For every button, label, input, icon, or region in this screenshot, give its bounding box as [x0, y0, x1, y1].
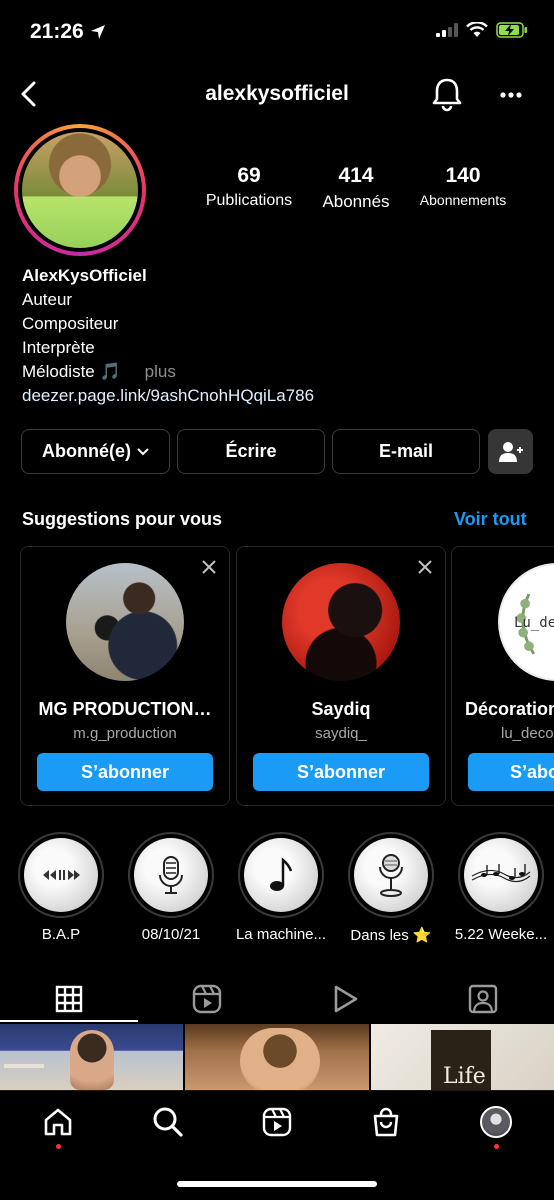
stat-value: 69	[237, 164, 261, 187]
see-all-suggestions-link[interactable]: Voir tout	[454, 509, 527, 530]
notification-dot	[494, 1144, 499, 1149]
location-arrow-icon	[90, 25, 105, 40]
avatar-photo	[22, 132, 138, 248]
suggested-people-button[interactable]	[488, 429, 533, 474]
logo-text: Lu_dec	[514, 615, 554, 631]
stat-publications[interactable]: 69 Publications	[198, 164, 300, 210]
story-highlight[interactable]: 5.22 Weeke...	[455, 832, 547, 943]
reels-icon	[262, 1107, 292, 1137]
status-indicators	[436, 22, 528, 38]
more-horizontal-icon	[500, 92, 522, 98]
tab-tagged[interactable]	[414, 976, 552, 1022]
story-highlight[interactable]: B.A.P	[18, 832, 104, 943]
bio-line-last: Mélodiste 🎵 plus	[22, 360, 314, 384]
following-button[interactable]: Abonné(e)	[21, 429, 170, 474]
tab-videos[interactable]	[276, 976, 414, 1022]
following-button-label: Abonné(e)	[42, 441, 131, 461]
profile-avatar-small	[480, 1106, 512, 1138]
post-thumbnail[interactable]: Life	[371, 1024, 554, 1090]
suggestion-username: lu_deco	[501, 725, 554, 742]
bio-name: AlexKysOfficiel	[22, 266, 147, 285]
story-highlight[interactable]: La machine...	[236, 832, 326, 943]
bio-line: Compositeur	[22, 314, 119, 333]
suggestion-avatar	[66, 563, 184, 681]
stat-following[interactable]: 140 Abonnements	[412, 164, 514, 208]
suggestions-title: Suggestions pour vous	[22, 509, 223, 529]
bio-more-link[interactable]: plus	[145, 362, 176, 381]
suggestion-name: MG PRODUCTION…	[38, 699, 212, 719]
post-thumbnail[interactable]	[185, 1024, 369, 1090]
stat-followers[interactable]: 414 Abonnés	[312, 164, 400, 212]
story-highlight[interactable]: Dans les ⭐	[348, 832, 434, 944]
close-icon[interactable]	[417, 559, 433, 575]
profile-bio: AlexKysOfficiel Auteur Compositeur Inter…	[22, 264, 314, 408]
signal-icon	[436, 23, 458, 37]
bio-line: Auteur	[22, 290, 73, 309]
battery-charging-icon	[496, 22, 527, 38]
close-icon[interactable]	[201, 559, 217, 575]
add-user-icon	[498, 441, 523, 462]
wifi-icon	[466, 22, 488, 37]
suggestion-avatar: Lu_dec	[498, 563, 554, 681]
stat-value: 140	[445, 164, 481, 187]
suggestion-avatar	[282, 563, 400, 681]
follow-button[interactable]: S’abo	[468, 753, 554, 791]
tagged-person-icon	[468, 984, 498, 1014]
chevron-down-icon	[137, 447, 149, 455]
audio-controls-icon	[43, 870, 80, 880]
bio-line-text: Mélodiste 🎵	[22, 362, 121, 381]
search-icon	[153, 1107, 183, 1137]
profile-avatar[interactable]	[14, 124, 146, 256]
follow-button[interactable]: S’abonner	[37, 753, 213, 791]
tab-reels[interactable]	[138, 976, 276, 1022]
suggestion-card[interactable]: MG PRODUCTION… m.g_production S’abonner	[20, 546, 230, 806]
highlight-label: La machine...	[235, 926, 327, 943]
story-highlight[interactable]: 08/10/21	[128, 832, 214, 943]
grid-icon	[55, 985, 83, 1013]
bell-icon	[432, 78, 462, 112]
follow-button[interactable]: S’abonner	[253, 753, 429, 791]
suggestion-username: m.g_production	[73, 725, 177, 742]
music-notes-icon	[471, 864, 531, 883]
message-button[interactable]: Écrire	[177, 429, 325, 474]
studio-microphone-icon	[379, 854, 403, 897]
stat-label: Abonnés	[322, 192, 390, 211]
nav-reels[interactable]	[255, 1102, 299, 1142]
suggestion-card[interactable]: Lu_dec Décoration lu_deco S’abo	[451, 546, 554, 806]
post-thumbnail[interactable]	[0, 1024, 183, 1090]
status-time: 21:26	[30, 20, 106, 44]
email-button[interactable]: E-mail	[332, 429, 480, 474]
highlight-label: Dans les ⭐	[350, 927, 432, 944]
play-icon	[334, 985, 358, 1013]
highlight-label: 08/10/21	[141, 926, 201, 943]
stat-label: Publications	[205, 192, 293, 209]
shopping-bag-icon	[373, 1107, 399, 1137]
highlight-label: B.A.P	[41, 926, 81, 943]
nav-profile[interactable]	[474, 1102, 518, 1142]
stat-label: Abonnements	[419, 192, 507, 208]
profile-username-title: alexkysofficiel	[205, 82, 349, 105]
music-note-icon	[270, 857, 293, 891]
thumbnail-caption: Life	[443, 1064, 486, 1089]
home-indicator[interactable]	[177, 1181, 377, 1187]
suggestion-card[interactable]: Saydiq saydiq_ S’abonner	[236, 546, 446, 806]
nav-search[interactable]	[146, 1102, 190, 1142]
tab-posts-grid[interactable]	[0, 976, 138, 1022]
more-options-button[interactable]	[496, 80, 526, 110]
highlight-label: 5.22 Weeke...	[454, 926, 548, 943]
suggestion-name: Saydiq	[311, 699, 371, 719]
active-tab-indicator	[0, 1020, 138, 1022]
nav-shop[interactable]	[364, 1102, 408, 1142]
stat-value: 414	[338, 164, 374, 187]
home-icon	[44, 1108, 72, 1136]
bio-external-link[interactable]: deezer.page.link/9ashCnohHQqiLa786	[22, 384, 314, 408]
suggestion-name: Décoration	[465, 699, 554, 719]
notification-dot	[56, 1144, 61, 1149]
nav-home[interactable]	[36, 1102, 80, 1142]
bio-line: Interprète	[22, 338, 95, 357]
notifications-button[interactable]	[430, 76, 464, 112]
microphone-icon	[159, 856, 183, 894]
reels-icon	[192, 984, 222, 1014]
suggestion-username: saydiq_	[315, 725, 367, 742]
